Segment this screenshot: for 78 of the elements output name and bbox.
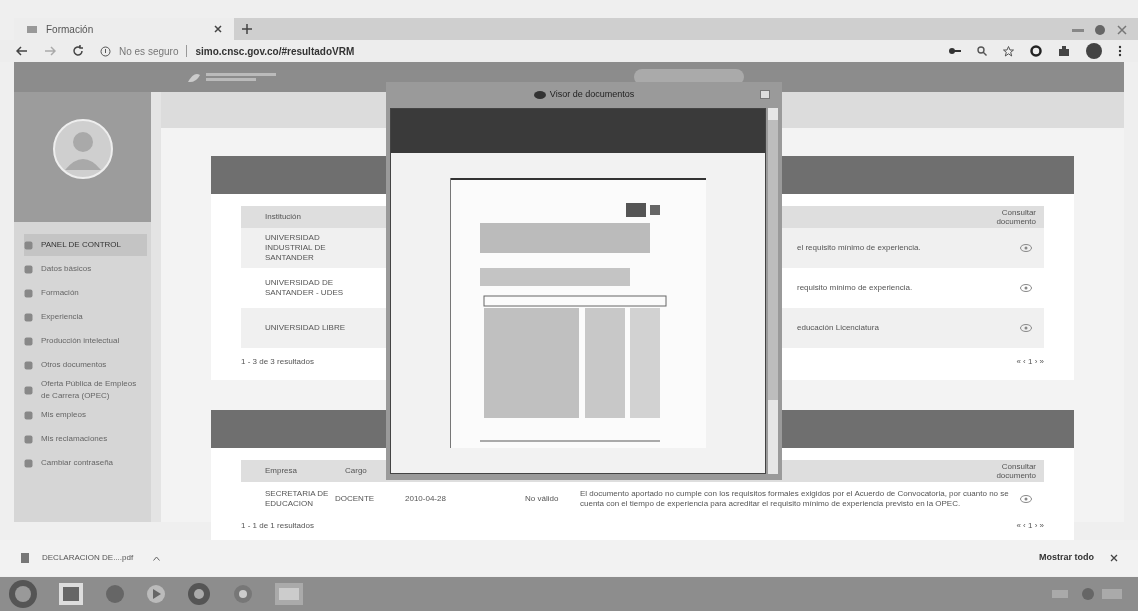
sidebar-item[interactable]: Datos básicos — [24, 258, 147, 280]
play-icon[interactable] — [146, 584, 166, 604]
back-icon[interactable] — [16, 46, 28, 56]
star-icon[interactable] — [1003, 45, 1014, 57]
table-cell-text: UNIVERSIDAD INDUSTRIAL DE SANTANDER — [265, 233, 327, 263]
download-file[interactable]: DECLARACION DE....pdf — [42, 552, 134, 564]
close-icon[interactable] — [214, 25, 222, 33]
table-cell-text: No válido — [525, 493, 560, 505]
eye-icon — [533, 91, 546, 99]
results-count: 1 - 1 de 1 resultados — [241, 520, 314, 532]
tray-icon[interactable] — [1052, 586, 1122, 602]
table-cell-text: 2010-04-28 — [405, 493, 447, 505]
avatar-icon[interactable] — [1086, 43, 1102, 59]
menu-item-icon — [24, 410, 33, 420]
table-cell-text: el requisito mínimo de experiencia. — [797, 242, 922, 254]
menu-item-icon — [24, 360, 33, 370]
table-cell-text: SECRETARIA DE EDUCACION — [265, 489, 330, 509]
window-controls-icon[interactable] — [1070, 24, 1130, 36]
browser-tab[interactable]: Formación — [14, 18, 234, 40]
word-icon[interactable] — [58, 582, 84, 606]
menu-item-icon — [24, 312, 33, 322]
avatar — [51, 118, 114, 180]
table-cell-text: educación Licenciatura — [797, 322, 880, 334]
sidebar-item[interactable]: PANEL DE CONTROL — [24, 234, 147, 256]
search-icon[interactable] — [977, 46, 987, 56]
sidebar-item[interactable]: Cambiar contraseña — [24, 452, 147, 474]
eye-icon[interactable] — [1020, 495, 1032, 503]
reload-icon[interactable] — [72, 45, 84, 57]
column-header: Consultar documento — [996, 208, 1036, 226]
modal-title: Visor de documentos — [549, 88, 635, 102]
info-icon[interactable] — [100, 45, 111, 57]
menu-item-icon — [24, 264, 33, 274]
menu-item-icon — [24, 240, 33, 250]
sidebar-item[interactable]: Producción intelectual — [24, 330, 147, 352]
eye-icon[interactable] — [1020, 284, 1032, 292]
caret-icon[interactable] — [153, 555, 161, 561]
sidebar-item[interactable]: Mis empleos — [24, 404, 147, 426]
sidebar-item[interactable]: Experiencia — [24, 306, 147, 328]
url-text[interactable]: simo.cnsc.gov.co/#resultadoVRM — [195, 43, 355, 59]
pager[interactable]: « ‹ 1 › » — [1016, 520, 1044, 532]
window-icon[interactable] — [760, 90, 770, 99]
tab-title: Formación — [46, 22, 94, 37]
key-icon[interactable] — [949, 47, 961, 55]
new-tab-icon[interactable] — [242, 24, 252, 34]
eye-icon[interactable] — [1020, 324, 1032, 332]
start-icon[interactable] — [8, 579, 38, 609]
table-cell-text: DOCENTE — [335, 493, 376, 505]
table-cell-text: requisito mínimo de experiencia. — [797, 282, 914, 294]
menu-item-icon — [24, 336, 33, 346]
table-cell-text: UNIVERSIDAD DE SANTANDER - UDES — [265, 278, 345, 298]
security-label: No es seguro — [119, 44, 179, 59]
file-icon — [20, 553, 30, 563]
eye-icon[interactable] — [1020, 244, 1032, 252]
close-icon[interactable] — [1110, 554, 1118, 562]
window-icon[interactable] — [274, 582, 304, 606]
table-cell-text: El documento aportado no cumple con los requisitos formales exigidos por el Acuerdo de Convocatoria, por cuanto no se cuenta con el tiempo de experiencia para acreditar el requisito mínimo de experiencia previsto en la OPEC. — [580, 489, 1010, 509]
column-header: Empresa — [265, 465, 298, 477]
more-icon[interactable] — [1118, 45, 1122, 57]
menu-item-icon — [24, 458, 33, 468]
menu-item-icon — [24, 385, 33, 395]
sidebar-item[interactable]: Otros documentos — [24, 354, 147, 376]
pager[interactable]: « ‹ 1 › » — [1016, 356, 1044, 368]
puzzle-icon[interactable] — [1058, 45, 1070, 57]
sidebar-item[interactable]: Oferta Pública de Empleos de Carrera (OPEC) — [24, 378, 147, 402]
results-count: 1 - 3 de 3 resultados — [241, 356, 314, 368]
sidebar-item[interactable]: Mis reclamaciones — [24, 428, 147, 450]
ring-icon[interactable] — [1030, 45, 1042, 57]
column-header: Consultar documento — [996, 462, 1036, 480]
column-header: Institución — [265, 211, 302, 223]
menu-item-icon — [24, 434, 33, 444]
page-icon — [26, 24, 38, 34]
table-cell-text: UNIVERSIDAD LIBRE — [265, 323, 347, 333]
show-all-button[interactable]: Mostrar todo — [1039, 551, 1094, 565]
forward-icon[interactable] — [44, 46, 56, 56]
scrollbar[interactable] — [768, 108, 778, 474]
sidebar-item[interactable]: Formación — [24, 282, 147, 304]
menu-item-icon — [24, 288, 33, 298]
column-header: Cargo — [345, 465, 367, 477]
